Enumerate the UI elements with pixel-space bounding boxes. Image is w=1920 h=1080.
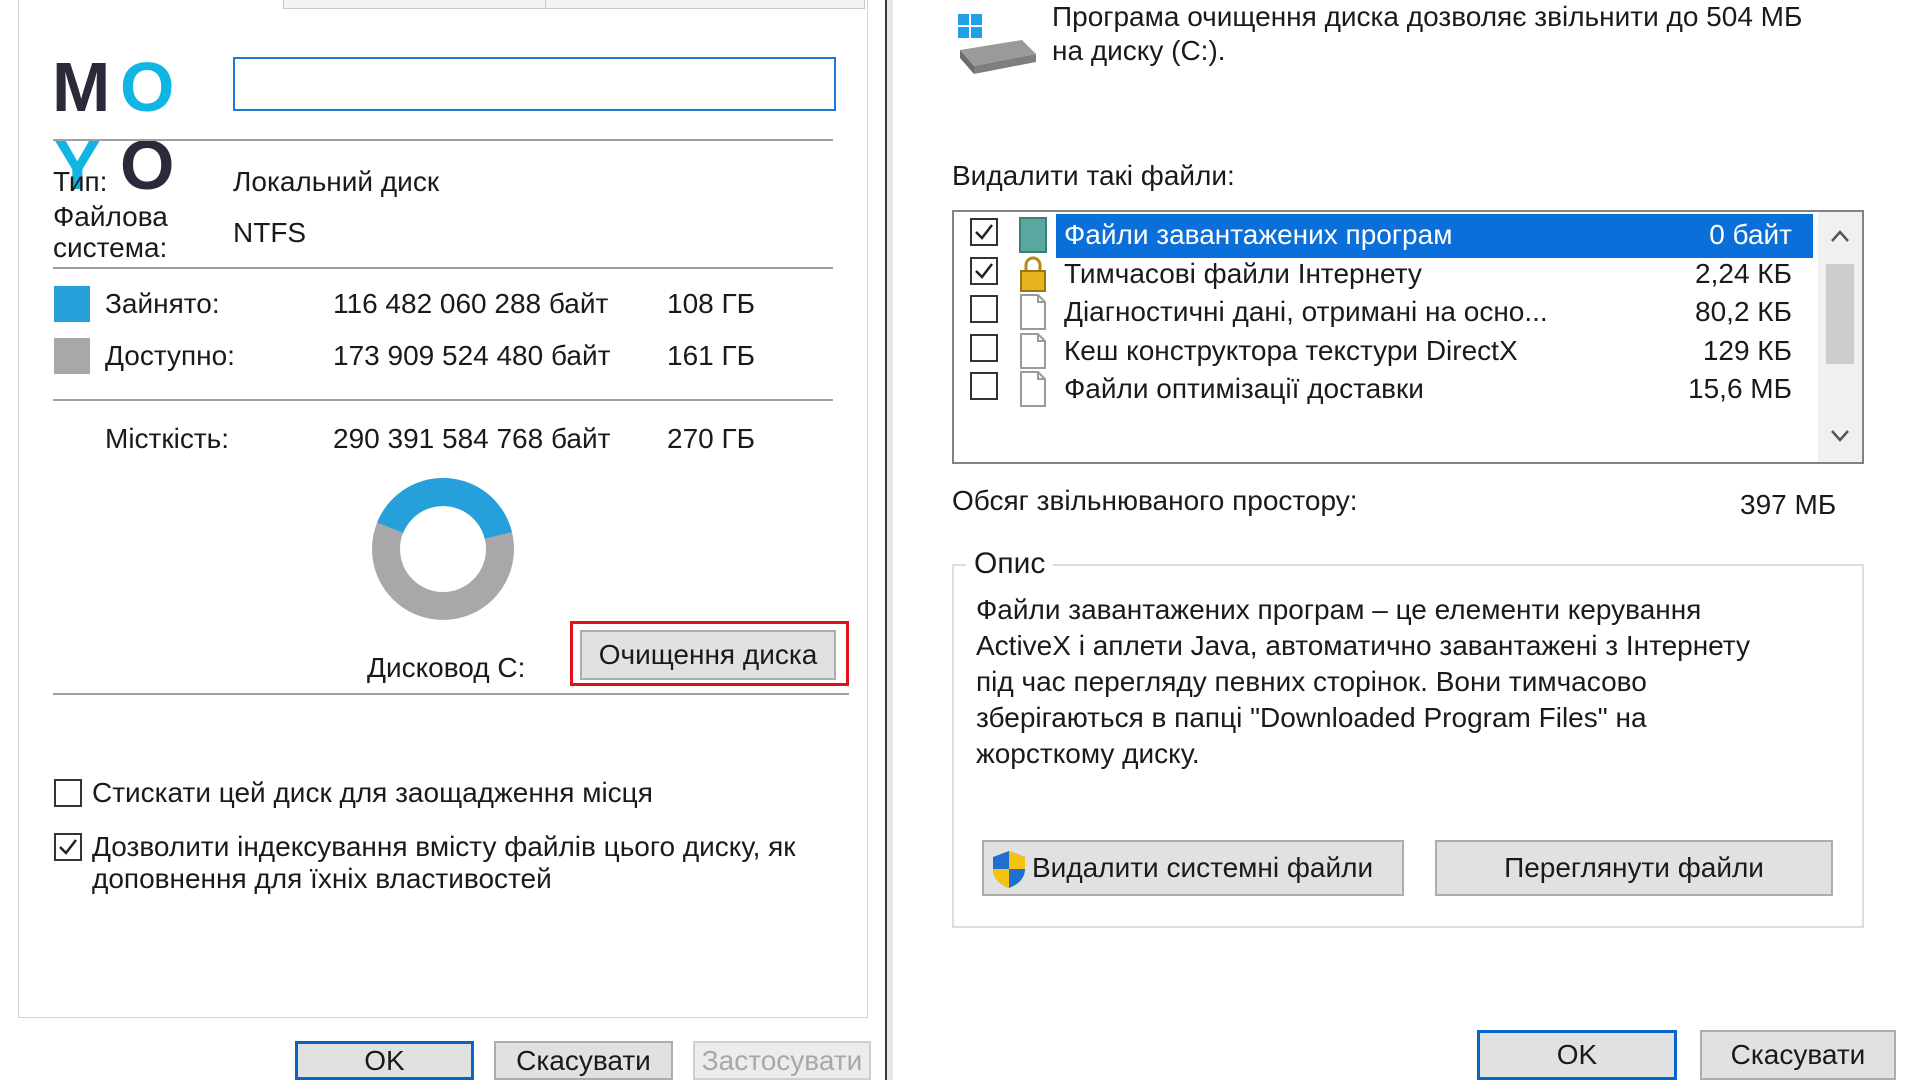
file-size: 129 КБ bbox=[1702, 334, 1792, 366]
index-label-line2[interactable]: доповнення для їхніх властивостей bbox=[92, 862, 552, 896]
fs-label-line1: Файлова bbox=[53, 201, 168, 232]
left-ok-button[interactable]: OK bbox=[295, 1041, 474, 1080]
scroll-thumb[interactable] bbox=[1826, 264, 1854, 364]
disk-properties-pane: M O Y O Тип: Локальний диск Файлова сист… bbox=[0, 0, 885, 1080]
file-name: Тимчасові файли Інтернету bbox=[1064, 257, 1422, 289]
file-size: 0 байт bbox=[1709, 219, 1792, 250]
logo-letter-m: M bbox=[52, 48, 111, 126]
freed-space-label: Обсяг звільнюваного простору: bbox=[952, 485, 1358, 516]
index-checkbox[interactable] bbox=[54, 833, 82, 861]
file-icon bbox=[1020, 332, 1046, 369]
type-value: Локальний диск bbox=[233, 166, 440, 197]
free-swatch bbox=[54, 338, 90, 374]
description-legend: Опис bbox=[966, 546, 1054, 582]
files-to-delete-label: Видалити такі файли: bbox=[952, 160, 1235, 191]
fs-value: NTFS bbox=[233, 217, 307, 248]
file-checkbox[interactable] bbox=[970, 295, 998, 323]
checkmark-icon bbox=[59, 839, 77, 855]
separator bbox=[53, 693, 849, 695]
checkmark-icon bbox=[975, 262, 993, 279]
separator bbox=[53, 267, 833, 269]
file-icon bbox=[1020, 294, 1046, 330]
disk-cleanup-button[interactable]: Очищення диска bbox=[580, 630, 836, 680]
lock-icon bbox=[1020, 256, 1046, 292]
description-text: Файли завантажених програм – це елементи… bbox=[976, 594, 1750, 769]
list-scrollbar[interactable] bbox=[1818, 212, 1862, 462]
file-name: Файли завантажених програм bbox=[1064, 219, 1453, 250]
used-size: 108 ГБ bbox=[667, 288, 756, 319]
file-size: 2,24 КБ bbox=[1695, 257, 1792, 289]
file-size: 80,2 КБ bbox=[1695, 296, 1792, 327]
freed-space-value: 397 МБ bbox=[1740, 489, 1837, 520]
used-label: Зайнято: bbox=[105, 288, 220, 319]
logo-letter-o1: O bbox=[120, 48, 175, 126]
drive-icon bbox=[958, 14, 1036, 74]
file-checkbox[interactable] bbox=[970, 218, 998, 246]
drive-label: Дисковод C: bbox=[367, 652, 526, 683]
file-checkbox[interactable] bbox=[970, 372, 998, 400]
drive-name-input[interactable] bbox=[233, 57, 836, 111]
index-label-line1[interactable]: Дозволити індексування вмісту файлів цьо… bbox=[92, 830, 796, 864]
used-bytes: 116 482 060 288 байт bbox=[333, 288, 609, 319]
file-icon bbox=[1020, 371, 1046, 407]
used-swatch bbox=[54, 286, 90, 322]
file-size: 15,6 МБ bbox=[1688, 373, 1792, 404]
separator bbox=[53, 139, 833, 141]
view-files-button[interactable]: Переглянути файли bbox=[1435, 840, 1833, 896]
separator bbox=[53, 399, 833, 401]
compress-checkbox[interactable] bbox=[54, 779, 82, 807]
disk-usage-donut bbox=[372, 478, 514, 620]
checkmark-icon bbox=[975, 224, 993, 240]
file-name: Діагностичні дані, отримані на осно... bbox=[1064, 296, 1548, 327]
file-name: Кеш конструктора текстури DirectX bbox=[1064, 334, 1518, 366]
capacity-label: Місткість: bbox=[105, 423, 230, 454]
file-checkbox[interactable] bbox=[970, 333, 998, 362]
capacity-size: 270 ГБ bbox=[667, 423, 756, 454]
apply-button[interactable]: Застосувати bbox=[693, 1041, 871, 1080]
capacity-bytes: 290 391 584 768 байт bbox=[333, 423, 611, 454]
free-label: Доступно: bbox=[105, 340, 235, 371]
type-label: Тип: bbox=[53, 166, 108, 197]
delete-system-files-label: Видалити системні файли bbox=[1032, 852, 1374, 883]
file-name: Файли оптимізації доставки bbox=[1064, 373, 1424, 404]
scroll-up-icon[interactable] bbox=[1826, 222, 1854, 250]
delete-system-files-button[interactable]: Видалити системні файли bbox=[982, 840, 1404, 896]
uac-shield-icon bbox=[993, 851, 1025, 888]
cleanup-header-line1: Програма очищення диска дозволяє звільни… bbox=[1052, 1, 1803, 32]
file-checkbox[interactable] bbox=[970, 256, 998, 285]
file-list-row[interactable]: Файли оптимізації доставки 15,6 МБ bbox=[954, 366, 1814, 412]
pane-divider bbox=[885, 0, 893, 1080]
right-ok-button[interactable]: OK bbox=[1477, 1030, 1677, 1080]
files-to-delete-list[interactable]: Файли завантажених програм 0 байт Тимчасов… bbox=[952, 210, 1864, 464]
cleanup-header-line2: на диску (C:). bbox=[1052, 35, 1226, 66]
fs-label-line2: система: bbox=[53, 232, 168, 263]
free-bytes: 173 909 524 480 байт bbox=[333, 340, 611, 371]
compress-label[interactable]: Стискати цей диск для заощадження місця bbox=[92, 776, 653, 810]
free-size: 161 ГБ bbox=[667, 340, 756, 371]
scroll-down-icon[interactable] bbox=[1826, 422, 1854, 450]
left-cancel-button[interactable]: Скасувати bbox=[494, 1041, 673, 1080]
right-cancel-button[interactable]: Скасувати bbox=[1700, 1030, 1896, 1080]
folder-icon bbox=[1019, 217, 1047, 253]
